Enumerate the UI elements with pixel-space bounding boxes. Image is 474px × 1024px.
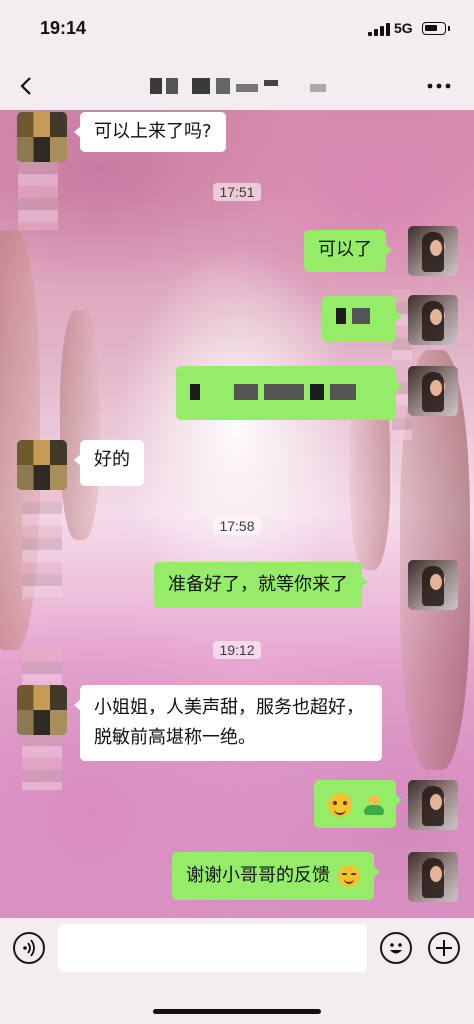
battery-icon bbox=[422, 22, 450, 35]
message-bubble-incoming[interactable]: 好的 bbox=[74, 440, 144, 486]
redacted-text bbox=[310, 384, 324, 400]
contact-avatar[interactable] bbox=[17, 440, 67, 490]
status-time: 19:14 bbox=[40, 18, 87, 38]
redacted-text bbox=[352, 308, 370, 324]
message-bubble-outgoing-emoji[interactable] bbox=[314, 780, 402, 828]
redacted-text bbox=[234, 384, 258, 400]
hugging-face-icon bbox=[328, 793, 352, 817]
message-bubble-incoming[interactable]: 可以上来了吗? bbox=[74, 112, 226, 152]
message-timestamp: 19:12 bbox=[0, 641, 474, 659]
chat-header bbox=[0, 60, 474, 110]
redacted-text bbox=[336, 308, 346, 324]
message-text: 谢谢小哥哥的反馈 bbox=[186, 865, 330, 886]
composer-bar bbox=[0, 918, 474, 1024]
chat-title-redacted bbox=[150, 78, 330, 94]
my-avatar[interactable] bbox=[408, 852, 458, 902]
back-button[interactable] bbox=[14, 72, 42, 100]
my-avatar[interactable] bbox=[408, 366, 458, 416]
voice-button[interactable] bbox=[13, 932, 45, 964]
my-avatar[interactable] bbox=[408, 560, 458, 610]
message-timestamp: 17:58 bbox=[0, 517, 474, 535]
message-timestamp: 17:51 bbox=[0, 183, 474, 201]
more-dots-icon bbox=[427, 83, 451, 89]
emoji-face-icon bbox=[390, 943, 402, 954]
network-type: 5G bbox=[394, 20, 413, 36]
voice-icon bbox=[23, 939, 35, 957]
my-avatar[interactable] bbox=[408, 295, 458, 345]
plus-icon bbox=[436, 940, 452, 956]
blush-face-icon bbox=[337, 865, 360, 887]
chat-messages[interactable]: 可以上来了吗? 17:51 可以了 好的 17:58 准备好了，就等你来了 19… bbox=[0, 110, 474, 918]
signal-icon bbox=[368, 23, 390, 36]
message-bubble-outgoing[interactable]: 准备好了，就等你来了 bbox=[154, 562, 368, 608]
status-bar: 19:14 5G bbox=[0, 0, 474, 60]
message-bubble-outgoing-redacted[interactable] bbox=[322, 296, 402, 342]
emoji-button[interactable] bbox=[380, 932, 412, 964]
back-arrow-icon bbox=[20, 77, 31, 95]
my-avatar[interactable] bbox=[408, 780, 458, 830]
message-bubble-outgoing[interactable]: 谢谢小哥哥的反馈 bbox=[172, 852, 380, 900]
pixelated-trail bbox=[22, 490, 62, 600]
message-bubble-outgoing[interactable]: 可以了 bbox=[304, 230, 392, 272]
home-indicator[interactable] bbox=[153, 1009, 321, 1014]
contact-avatar[interactable] bbox=[17, 685, 67, 735]
redacted-text bbox=[330, 384, 356, 400]
message-input[interactable] bbox=[58, 924, 367, 972]
message-bubble-outgoing-redacted[interactable] bbox=[176, 366, 402, 420]
contact-avatar[interactable] bbox=[17, 112, 67, 162]
redacted-text bbox=[190, 384, 200, 400]
more-actions-button[interactable] bbox=[428, 932, 460, 964]
more-button[interactable] bbox=[424, 78, 454, 92]
redacted-text bbox=[264, 384, 304, 400]
background-tree bbox=[60, 310, 100, 540]
message-bubble-incoming[interactable]: 小姐姐，人美声甜，服务也超好，脱敏前高堪称一绝。 bbox=[74, 685, 382, 761]
seedling-hug-icon bbox=[362, 793, 386, 817]
my-avatar[interactable] bbox=[408, 226, 458, 276]
